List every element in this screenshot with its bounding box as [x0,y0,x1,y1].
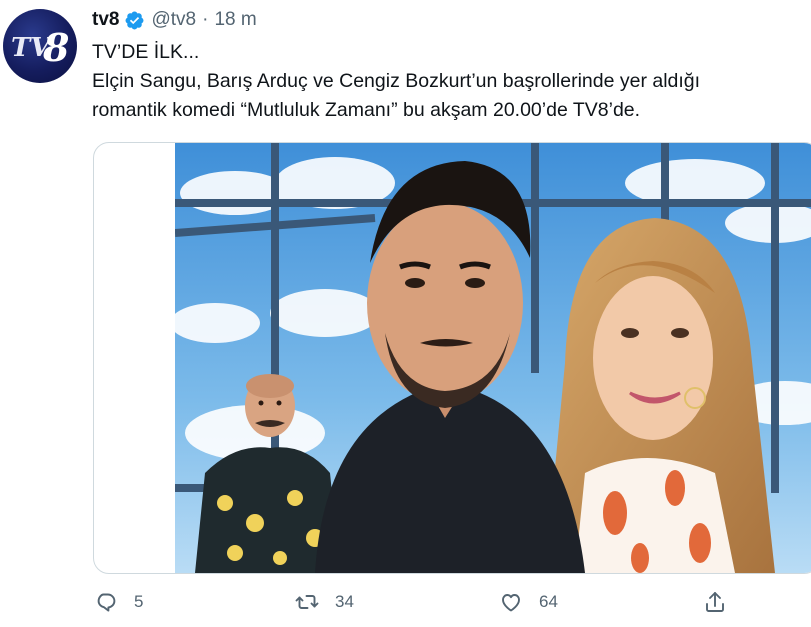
tweet-media[interactable] [93,142,811,574]
tv8-logo-icon: TV 8 [11,25,69,70]
account-name[interactable]: tv8 [92,9,119,31]
tweet-line: romantik komedi “Mutluluk Zamanı” bu akş… [92,99,641,121]
separator-dot: · [202,9,209,30]
retweet-count: 34 [335,592,354,611]
retweet-button[interactable]: 34 [295,590,354,614]
svg-text:8: 8 [42,25,69,70]
reply-icon [97,593,116,612]
like-button[interactable]: 64 [499,590,558,614]
share-icon [706,592,724,612]
tweet-timestamp[interactable]: 18 m [214,9,256,31]
media-photo [175,143,811,573]
reply-count: 5 [134,592,144,611]
reply-button[interactable]: 5 [94,590,143,614]
tweet-actions: 5 34 64 [0,588,811,618]
tweet-line: TV’DE İLK... [92,41,200,63]
tweet-header: tv8 @tv8 · 18 m [92,8,257,32]
account-handle[interactable]: @tv8 [151,9,196,31]
retweet-icon [295,595,319,609]
account-avatar[interactable]: TV 8 [3,9,77,83]
like-count: 64 [539,592,558,611]
tweet-line: Elçin Sangu, Barış Arduç ve Cengiz Bozku… [92,70,701,92]
verified-badge-icon [126,11,144,29]
tweet-text: TV’DE İLK... Elçin Sangu, Barış Arduç ve… [92,38,807,125]
heart-icon [502,594,520,612]
share-button[interactable] [703,590,727,614]
